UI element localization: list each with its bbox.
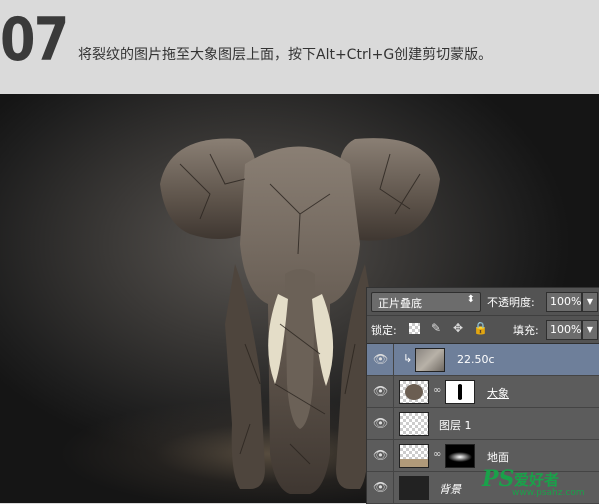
layer-thumbnail <box>415 348 445 372</box>
eye-icon[interactable]: 👁 <box>373 385 388 397</box>
watermark-site-name: 爱好者 <box>514 471 560 489</box>
opacity-label: 不透明度: <box>487 296 535 309</box>
layer-thumbnail <box>399 476 429 500</box>
layer-name[interactable]: 22.50c <box>457 353 495 366</box>
layer-name[interactable]: 图层 1 <box>439 417 472 433</box>
layer-mask-thumbnail <box>445 444 475 468</box>
watermark-logo: PS <box>482 466 515 492</box>
clipping-arrow-icon: ↳ <box>403 352 413 365</box>
visibility-column: 👁 <box>367 472 394 503</box>
layer-row-elephant[interactable]: 👁 ∞ 大象 <box>367 376 599 408</box>
lock-fill-row: 锁定: ✎ ✥ 🔒 填充: 100% ▼ <box>367 316 599 344</box>
layer-row-layer1[interactable]: 👁 图层 1 <box>367 408 599 440</box>
mask-shape-icon <box>458 384 462 400</box>
blend-mode-select[interactable]: 正片叠底 ⬍ <box>371 292 481 312</box>
link-icon[interactable]: ∞ <box>433 449 441 461</box>
layer-thumbnail <box>399 444 429 468</box>
fill-input[interactable]: 100% <box>546 320 582 340</box>
eye-icon[interactable]: 👁 <box>373 353 388 365</box>
lock-label: 锁定: <box>371 324 397 337</box>
opacity-dropdown-button[interactable]: ▼ <box>582 292 598 312</box>
layer-mask-thumbnail <box>445 380 475 404</box>
blend-opacity-row: 正片叠底 ⬍ 不透明度: 100% ▼ <box>367 288 599 316</box>
tutorial-header: 07 将裂纹的图片拖至大象图层上面，按下Alt+Ctrl+G创建剪切蒙版。 <box>0 0 599 94</box>
elephant-thumbnail-icon <box>405 384 423 400</box>
lock-image-pixels-icon[interactable]: ✎ <box>429 321 443 335</box>
fill-value: 100% <box>550 323 582 336</box>
site-watermark: PS 爱好者 www.psahz.com <box>478 466 598 502</box>
link-icon[interactable]: ∞ <box>433 385 441 397</box>
layer-name[interactable]: 地面 <box>487 449 509 465</box>
layer-name[interactable]: 背景 <box>439 481 461 497</box>
visibility-column: 👁 <box>367 408 394 439</box>
layer-thumbnail <box>399 412 429 436</box>
ground-thumb-fill <box>400 459 428 467</box>
opacity-input[interactable]: 100% <box>546 292 582 312</box>
visibility-column: 👁 <box>367 344 394 375</box>
chevron-updown-icon: ⬍ <box>466 294 475 305</box>
visibility-column: 👁 <box>367 440 394 471</box>
lock-all-icon[interactable]: 🔒 <box>473 321 488 335</box>
chevron-down-icon: ▼ <box>586 325 594 334</box>
fill-label: 填充: <box>513 324 539 337</box>
step-instruction: 将裂纹的图片拖至大象图层上面，按下Alt+Ctrl+G创建剪切蒙版。 <box>78 47 493 63</box>
eye-icon[interactable]: 👁 <box>373 481 388 493</box>
lock-transparent-pixels-icon[interactable] <box>409 323 420 334</box>
lock-position-icon[interactable]: ✥ <box>451 321 465 335</box>
opacity-value: 100% <box>550 295 582 308</box>
chevron-down-icon: ▼ <box>586 297 594 306</box>
step-number: 07 <box>0 5 69 75</box>
blend-mode-value: 正片叠底 <box>378 297 422 310</box>
layer-thumbnail <box>399 380 429 404</box>
eye-icon[interactable]: 👁 <box>373 417 388 429</box>
layer-row-texture[interactable]: 👁 ↳ 22.50c <box>367 344 599 376</box>
fill-dropdown-button[interactable]: ▼ <box>582 320 598 340</box>
watermark-url: www.psahz.com <box>512 488 585 498</box>
layer-name[interactable]: 大象 <box>487 385 509 401</box>
eye-icon[interactable]: 👁 <box>373 449 388 461</box>
visibility-column: 👁 <box>367 376 394 407</box>
